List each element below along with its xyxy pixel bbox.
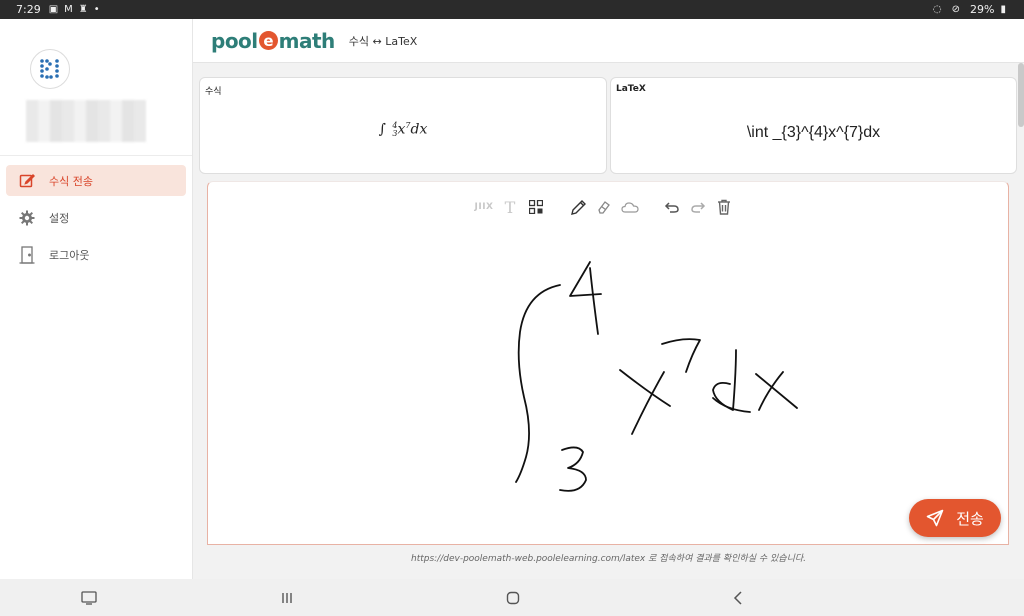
keyhole-icon: ♜ <box>78 3 88 15</box>
sidebar-menu: 수식 전송 설정 로그아웃 <box>6 165 186 276</box>
send-button[interactable]: 전송 <box>909 499 1001 537</box>
logo-text-math: math <box>278 28 336 53</box>
sidebar-item-send-formula[interactable]: 수식 전송 <box>6 165 186 196</box>
system-navigation-bar <box>0 579 1024 616</box>
home-button[interactable] <box>503 588 523 608</box>
handwritten-ink <box>515 261 798 492</box>
status-bar: 7:29 ▣ M ♜ • ◌ ⊘ 29% ▮ <box>0 0 1024 19</box>
status-time: 7:29 <box>16 3 41 16</box>
sidebar-item-settings[interactable]: 설정 <box>6 202 186 233</box>
send-icon <box>926 509 944 527</box>
result-url-note: https://dev-poolemath-web.poolelearning.… <box>410 554 807 564</box>
app-header: pool e math 수식 ↔ LaTeX <box>193 19 1024 63</box>
poolemath-logo[interactable]: pool e math <box>211 29 335 53</box>
sidebar-divider <box>0 155 192 156</box>
formula-preview-card: 수식 ∫ 4 3 x7dx <box>199 77 607 174</box>
integral-sign: ∫ <box>378 121 386 138</box>
home-icon <box>506 591 520 605</box>
back-button[interactable] <box>728 588 748 608</box>
sidebar-item-label: 수식 전송 <box>49 174 93 188</box>
sidebar-item-label: 설정 <box>49 211 70 225</box>
screen-icon <box>81 591 97 605</box>
battery-level: 29% <box>970 3 995 16</box>
dot-icon: • <box>93 3 100 15</box>
photo-icon: ▣ <box>48 3 59 15</box>
send-button-label: 전송 <box>956 509 984 528</box>
recent-apps-button[interactable] <box>277 588 297 608</box>
formula-card-label: 수식 <box>205 87 222 97</box>
do-not-disturb-icon: ⊘ <box>951 3 961 15</box>
gmail-icon: M <box>64 3 73 15</box>
rendered-formula: ∫ 4 3 x7dx <box>200 121 606 138</box>
handwriting-canvas[interactable]: JIIX T <box>207 181 1009 545</box>
sidebar-item-label: 로그아웃 <box>49 248 90 262</box>
sidebar: 수식 전송 설정 로그아웃 <box>0 19 193 579</box>
page-title: 수식 ↔ LaTeX <box>348 34 418 48</box>
logo-text-e: e <box>258 31 278 50</box>
avatar[interactable] <box>30 49 70 89</box>
wifi-off-icon: ◌ <box>932 3 942 15</box>
back-icon <box>733 591 742 605</box>
screenshot-nav-button[interactable] <box>79 588 99 608</box>
latex-output-text[interactable]: \int _{3}^{4}x^{7}dx <box>611 124 1016 142</box>
formula-differential: dx <box>410 121 428 138</box>
edit-icon <box>18 172 36 190</box>
battery-icon: ▮ <box>1000 3 1006 15</box>
latex-output-card: LaTeX \int _{3}^{4}x^{7}dx <box>610 77 1017 174</box>
latex-card-label: LaTeX <box>616 84 646 94</box>
poole-logo-icon <box>40 59 59 79</box>
gear-icon <box>18 209 36 227</box>
recents-icon <box>282 593 292 603</box>
door-icon <box>18 245 36 264</box>
logo-text-pool: pool <box>211 28 258 53</box>
sidebar-item-logout[interactable]: 로그아웃 <box>6 239 186 270</box>
blurred-username <box>26 100 146 142</box>
page-scrollbar[interactable] <box>1018 63 1024 127</box>
